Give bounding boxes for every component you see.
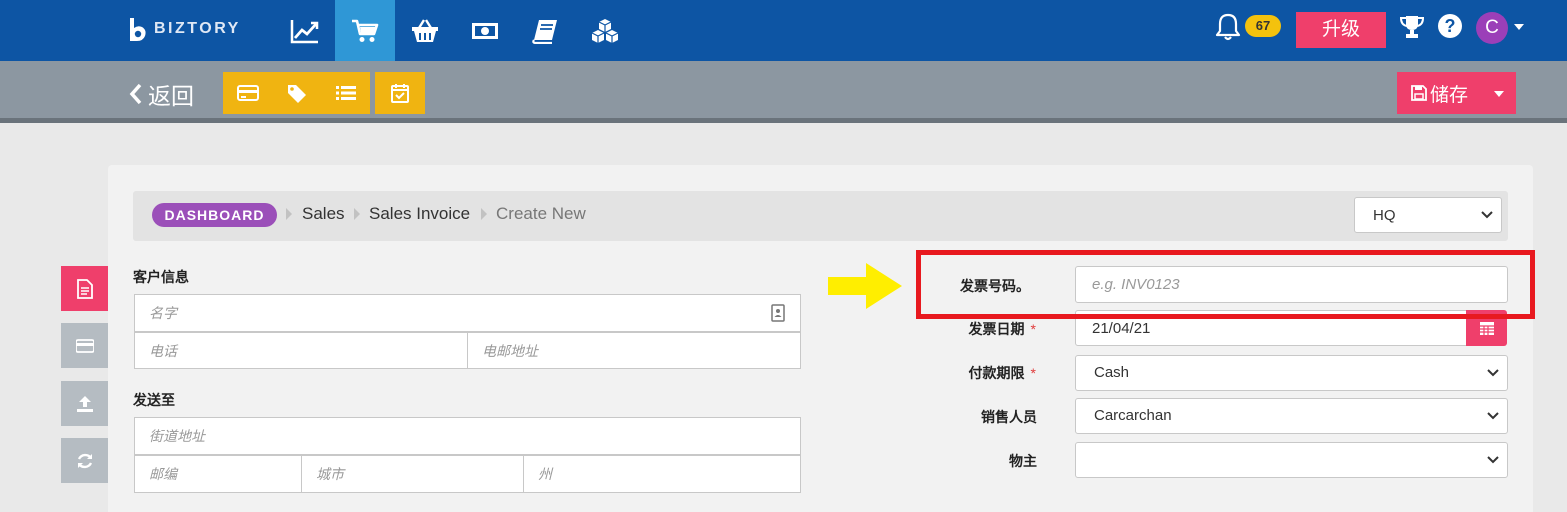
tag-icon [287,85,306,103]
payment-terms-value: Cash [1094,364,1130,381]
breadcrumb-sales-invoice[interactable]: Sales Invoice [369,204,470,224]
salesperson-value: Carcarchan [1094,407,1172,424]
schedule-button[interactable] [375,72,425,114]
user-avatar[interactable]: C [1476,12,1508,44]
owner-label: 物主 [1009,453,1037,469]
branch-select[interactable]: HQ [1354,197,1502,233]
top-navbar: BIZTORY 67 升级 ? C [0,0,1567,61]
back-label: 返回 [148,83,194,109]
chevron-down-icon [1487,369,1499,377]
brand-logo[interactable]: BIZTORY [126,16,241,42]
tag-button[interactable] [272,72,321,114]
money-icon [472,22,498,39]
payment-button[interactable] [223,72,272,114]
payment-terms-select[interactable]: Cash [1075,355,1508,391]
city-input[interactable]: 城市 [301,455,524,493]
chevron-right-icon [481,208,487,220]
sidetab-details[interactable] [61,266,108,311]
annotation-arrow-icon [828,263,902,309]
biztory-logo-icon [130,18,146,41]
action-toolbar: 返回 储存 [0,61,1567,123]
upgrade-button[interactable]: 升级 [1296,12,1386,48]
salesperson-select[interactable]: Carcarchan [1075,398,1508,434]
help-icon[interactable]: ? [1438,14,1462,38]
sidetab-refresh[interactable] [61,438,108,483]
annotation-highlight-box [916,250,1535,319]
save-button[interactable]: 储存 [1397,72,1482,114]
nav-inventory[interactable] [575,0,635,61]
breadcrumb-dashboard[interactable]: DASHBOARD [152,203,277,227]
refresh-icon [77,453,92,468]
contact-book-icon[interactable] [770,304,786,322]
credit-card-icon [75,338,94,353]
street-address-input[interactable]: 街道地址 [134,417,801,455]
save-label: 储存 [1429,84,1468,106]
chevron-down-icon [1487,412,1499,420]
bell-icon[interactable] [1214,12,1242,42]
nav-sales[interactable] [335,0,395,61]
chevron-down-icon [1481,211,1493,219]
calendar-check-icon [391,84,409,103]
chevron-right-icon [354,208,360,220]
list-button[interactable] [321,72,370,114]
notification-badge[interactable]: 67 [1245,15,1281,37]
nav-purchases[interactable] [395,0,455,61]
branch-select-value: HQ [1373,207,1396,224]
chevron-right-icon [286,208,292,220]
sidetab-payment[interactable] [61,323,108,368]
breadcrumb-sales[interactable]: Sales [302,204,345,224]
chevron-left-icon [129,83,142,105]
list-icon [335,86,356,100]
nav-accounting[interactable] [515,0,575,61]
nav-reports[interactable] [275,0,335,61]
payment-terms-label: 付款期限 * [968,365,1036,381]
salesperson-label: 销售人员 [981,409,1037,425]
customer-phone-input[interactable]: 电话 [134,332,468,369]
toolbar-button-group [223,72,370,114]
chevron-down-icon [1487,456,1499,464]
book-icon [532,19,557,44]
upload-icon [76,395,93,412]
postcode-input[interactable]: 邮编 [134,455,302,493]
cart-icon [352,19,379,42]
sidetab-upload[interactable] [61,381,108,426]
customer-email-input[interactable]: 电邮地址 [467,332,801,369]
breadcrumb-create-new: Create New [496,204,586,223]
trophy-icon[interactable] [1399,14,1425,40]
ship-to-section-label: 发送至 [133,392,175,408]
chart-line-icon [290,19,319,43]
owner-select[interactable] [1075,442,1508,478]
cubes-icon [591,18,619,43]
invoice-date-label: 发票日期 * [968,321,1036,337]
basket-icon [412,18,438,42]
floppy-disk-icon [1411,85,1427,101]
credit-card-icon [236,85,259,101]
back-button[interactable]: 返回 [128,77,194,111]
customer-name-input[interactable]: 名字 [134,294,801,332]
customer-section-label: 客户信息 [133,269,189,285]
calendar-icon [1479,322,1494,335]
nav-money[interactable] [455,0,515,61]
document-icon [76,278,93,299]
state-input[interactable]: 州 [523,455,801,493]
save-options-dropdown[interactable] [1482,72,1516,114]
brand-name: BIZTORY [154,20,241,37]
chevron-down-icon[interactable] [1514,24,1524,30]
